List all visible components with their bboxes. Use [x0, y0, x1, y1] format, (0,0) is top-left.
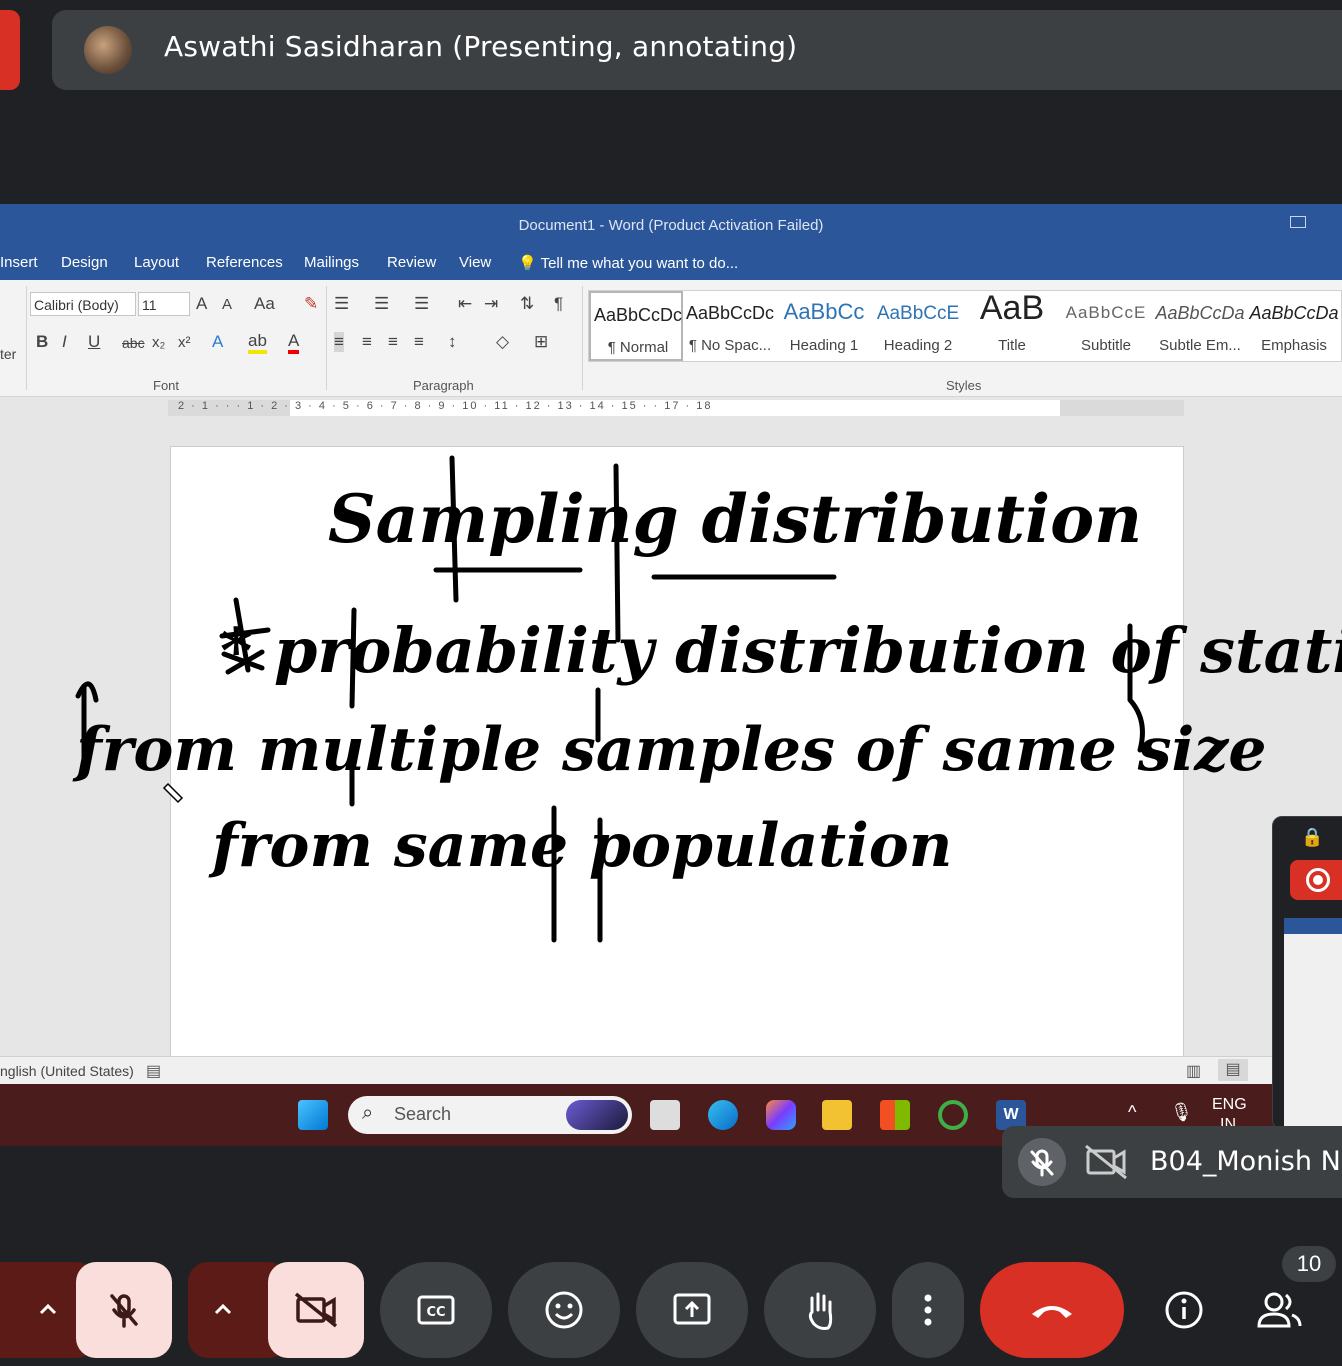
- copilot-icon[interactable]: [766, 1100, 796, 1130]
- language-region: IN: [1220, 1116, 1236, 1126]
- annotation-line-2: * probability distribution of statistic: [220, 614, 1342, 687]
- recording-button[interactable]: [1290, 860, 1342, 900]
- taskbar-search-text: Search: [394, 1104, 452, 1124]
- chevron-up-icon[interactable]: ^: [1128, 1102, 1136, 1123]
- participant-camera-off-icon: [1084, 1144, 1128, 1185]
- info-icon: [1165, 1291, 1203, 1329]
- reactions-button[interactable]: [508, 1262, 620, 1358]
- mic-off-icon: [110, 1294, 138, 1328]
- record-icon: [1306, 868, 1330, 892]
- hand-icon: [808, 1292, 833, 1330]
- app-ring-icon[interactable]: [938, 1100, 968, 1130]
- thumbnail-titlebar: [1284, 918, 1342, 934]
- microphone-tray-icon[interactable]: 🎙: [1170, 1102, 1193, 1123]
- edge-icon[interactable]: [708, 1100, 738, 1130]
- annotation-line-1: Sampling distribution: [328, 480, 1142, 558]
- present-screen-button[interactable]: [636, 1262, 748, 1358]
- meeting-info-button[interactable]: [1164, 1290, 1204, 1335]
- annotation-line-4: from same population: [208, 811, 952, 881]
- participant-name: B04_Monish N: [1150, 1146, 1341, 1177]
- participant-tile[interactable]: B04_Monish N: [1002, 1126, 1342, 1198]
- captions-button[interactable]: CC: [380, 1262, 492, 1358]
- closed-captions-icon: CC: [417, 1295, 455, 1325]
- people-icon: [1257, 1292, 1302, 1328]
- end-call-button[interactable]: [980, 1262, 1124, 1358]
- search-highlight-image: [566, 1100, 628, 1130]
- language-indicator[interactable]: ENG: [1212, 1096, 1247, 1114]
- taskbar-search-box[interactable]: ⌕ Search: [348, 1096, 632, 1134]
- pen-cursor-icon: [162, 782, 184, 804]
- svg-text:CC: CC: [426, 1305, 445, 1320]
- present-screen-icon: [673, 1293, 711, 1325]
- chevron-up-icon: [39, 1303, 57, 1315]
- file-explorer-icon[interactable]: [822, 1100, 852, 1130]
- hang-up-icon: [1032, 1306, 1072, 1318]
- search-icon: ⌕: [362, 1102, 374, 1124]
- microsoft-store-icon[interactable]: [880, 1100, 910, 1130]
- underline-stroke: [433, 567, 837, 580]
- microphone-toggle-button[interactable]: [76, 1262, 172, 1358]
- chevron-up-icon: [214, 1303, 232, 1315]
- people-button[interactable]: [1256, 1290, 1304, 1335]
- more-vert-icon: [924, 1294, 932, 1326]
- participant-count-badge: 10: [1282, 1246, 1336, 1282]
- windows-start-icon[interactable]: [298, 1100, 328, 1130]
- emoji-icon: [545, 1291, 583, 1329]
- more-options-button[interactable]: [892, 1262, 964, 1358]
- camera-off-icon: [294, 1292, 338, 1328]
- annotation-line-3: from multiple samples of same size: [72, 715, 1267, 785]
- lock-icon[interactable]: 🔒: [1301, 827, 1323, 848]
- screen-share-thumbnail[interactable]: [1284, 918, 1342, 1126]
- participant-mic-off-icon: [1018, 1138, 1066, 1186]
- camera-toggle-button[interactable]: [268, 1262, 364, 1358]
- raise-hand-button[interactable]: [764, 1262, 876, 1358]
- task-view-icon[interactable]: [650, 1100, 680, 1130]
